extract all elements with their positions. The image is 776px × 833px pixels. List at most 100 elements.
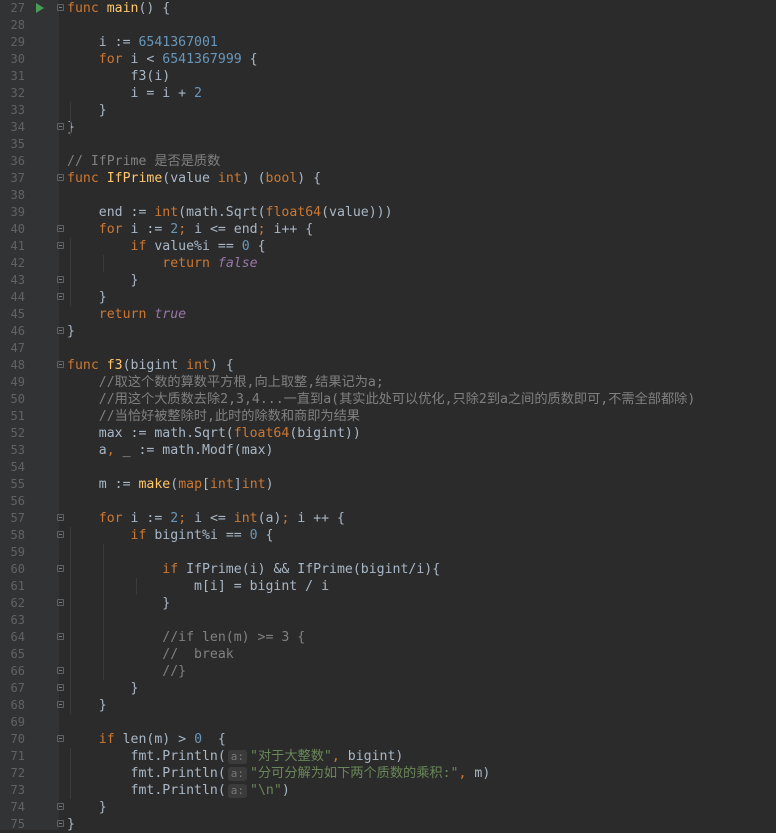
code-line[interactable]: 58 if bigint%i == 0 { bbox=[0, 527, 776, 544]
code-line[interactable]: 33 } bbox=[0, 102, 776, 119]
code-line[interactable]: 53 a, _ := math.Modf(max) bbox=[0, 442, 776, 459]
fold-marker-icon[interactable] bbox=[57, 667, 64, 674]
code-line[interactable]: 36 // IfPrime 是否是质数 bbox=[0, 153, 776, 170]
code-line[interactable]: 60 if IfPrime(i) && IfPrime(bigint/i){ bbox=[0, 561, 776, 578]
fold-marker-icon[interactable] bbox=[57, 293, 64, 300]
fold-marker-icon[interactable] bbox=[57, 276, 64, 283]
code-text[interactable]: } bbox=[67, 697, 107, 714]
code-line[interactable]: 54 bbox=[0, 459, 776, 476]
code-line[interactable]: 44 } bbox=[0, 289, 776, 306]
code-text[interactable]: return true bbox=[67, 306, 186, 323]
code-line[interactable]: 34} bbox=[0, 119, 776, 136]
code-text[interactable]: for i < 6541367999 { bbox=[67, 51, 258, 68]
code-text[interactable]: if IfPrime(i) && IfPrime(bigint/i){ bbox=[67, 561, 440, 578]
code-text[interactable]: } bbox=[67, 595, 170, 612]
code-line[interactable]: 59 bbox=[0, 544, 776, 561]
code-line[interactable]: 65 // break bbox=[0, 646, 776, 663]
code-line[interactable]: 40 for i := 2; i <= end; i++ { bbox=[0, 221, 776, 238]
code-line[interactable]: 50 //用这个大质数去除2,3,4...一直到a(其实此处可以优化,只除2到a… bbox=[0, 391, 776, 408]
code-line[interactable]: 47 bbox=[0, 340, 776, 357]
fold-marker-icon[interactable] bbox=[57, 123, 64, 130]
code-line[interactable]: 52 max := math.Sqrt(float64(bigint)) bbox=[0, 425, 776, 442]
fold-marker-icon[interactable] bbox=[57, 174, 64, 181]
fold-marker-icon[interactable] bbox=[57, 565, 64, 572]
fold-marker-icon[interactable] bbox=[57, 361, 64, 368]
code-line[interactable]: 71 fmt.Println(a: "对于大整数", bigint) bbox=[0, 748, 776, 765]
code-text[interactable]: i = i + 2 bbox=[67, 85, 202, 102]
code-text[interactable]: fmt.Println(a: "\n") bbox=[67, 782, 290, 799]
code-line[interactable]: 68 } bbox=[0, 697, 776, 714]
fold-marker-icon[interactable] bbox=[57, 531, 64, 538]
code-text[interactable]: } bbox=[67, 799, 107, 816]
code-text[interactable]: } bbox=[67, 680, 139, 697]
code-line[interactable]: 64 //if len(m) >= 3 { bbox=[0, 629, 776, 646]
fold-marker-icon[interactable] bbox=[57, 514, 64, 521]
code-line[interactable]: 69 bbox=[0, 714, 776, 731]
run-gutter-icon[interactable] bbox=[36, 3, 44, 13]
code-line[interactable]: 35 bbox=[0, 136, 776, 153]
code-text[interactable]: func IfPrime(value int) (bool) { bbox=[67, 170, 321, 187]
code-line[interactable]: 61 m[i] = bigint / i bbox=[0, 578, 776, 595]
fold-marker-icon[interactable] bbox=[57, 684, 64, 691]
code-text[interactable]: if value%i == 0 { bbox=[67, 238, 266, 255]
fold-marker-icon[interactable] bbox=[57, 599, 64, 606]
code-line[interactable]: 63 bbox=[0, 612, 776, 629]
fold-marker-icon[interactable] bbox=[57, 633, 64, 640]
fold-marker-icon[interactable] bbox=[57, 242, 64, 249]
code-text[interactable]: m := make(map[int]int) bbox=[67, 476, 274, 493]
code-line[interactable]: 56 bbox=[0, 493, 776, 510]
code-text[interactable]: //用这个大质数去除2,3,4...一直到a(其实此处可以优化,只除2到a之间的… bbox=[67, 391, 696, 408]
code-text[interactable]: m[i] = bigint / i bbox=[67, 578, 329, 595]
code-line[interactable]: 32 i = i + 2 bbox=[0, 85, 776, 102]
code-text[interactable]: } bbox=[67, 272, 139, 289]
code-text[interactable]: f3(i) bbox=[67, 68, 171, 85]
code-line[interactable]: 39 end := int(math.Sqrt(float64(value))) bbox=[0, 204, 776, 221]
code-line[interactable]: 48 func f3(bigint int) { bbox=[0, 357, 776, 374]
code-text[interactable]: return false bbox=[67, 255, 257, 272]
code-line[interactable]: 31 f3(i) bbox=[0, 68, 776, 85]
code-line[interactable]: 41 if value%i == 0 { bbox=[0, 238, 776, 255]
code-line[interactable]: 57 for i := 2; i <= int(a); i ++ { bbox=[0, 510, 776, 527]
fold-marker-icon[interactable] bbox=[57, 803, 64, 810]
fold-marker-icon[interactable] bbox=[57, 735, 64, 742]
code-line[interactable]: 42 return false bbox=[0, 255, 776, 272]
fold-marker-icon[interactable] bbox=[57, 820, 64, 827]
code-line[interactable]: 29 i := 6541367001 bbox=[0, 34, 776, 51]
code-line[interactable]: 72 fmt.Println(a: "分可分解为如下两个质数的乘积:", m) bbox=[0, 765, 776, 782]
code-text[interactable]: // IfPrime 是否是质数 bbox=[67, 153, 220, 170]
code-line[interactable]: 45 return true bbox=[0, 306, 776, 323]
code-line[interactable]: 67 } bbox=[0, 680, 776, 697]
code-line[interactable]: 74 } bbox=[0, 799, 776, 816]
code-text[interactable]: //取这个数的算数平方根,向上取整,结果记为a; bbox=[67, 374, 384, 391]
code-line[interactable]: 49 //取这个数的算数平方根,向上取整,结果记为a; bbox=[0, 374, 776, 391]
code-text[interactable]: } bbox=[67, 289, 107, 306]
code-text[interactable]: if len(m) > 0 { bbox=[67, 731, 226, 748]
code-text[interactable]: for i := 2; i <= int(a); i ++ { bbox=[67, 510, 345, 527]
code-text[interactable]: } bbox=[67, 323, 75, 340]
code-line[interactable]: 27 func main() { bbox=[0, 0, 776, 17]
code-line[interactable]: 66 //} bbox=[0, 663, 776, 680]
code-line[interactable]: 46} bbox=[0, 323, 776, 340]
code-text[interactable]: end := int(math.Sqrt(float64(value))) bbox=[67, 204, 393, 221]
code-text[interactable]: func f3(bigint int) { bbox=[67, 357, 234, 374]
code-line[interactable]: 62 } bbox=[0, 595, 776, 612]
code-line[interactable]: 70 if len(m) > 0 { bbox=[0, 731, 776, 748]
code-text[interactable]: fmt.Println(a: "对于大整数", bigint) bbox=[67, 748, 403, 765]
fold-marker-icon[interactable] bbox=[57, 327, 64, 334]
code-text[interactable]: if bigint%i == 0 { bbox=[67, 527, 274, 544]
code-text[interactable]: for i := 2; i <= end; i++ { bbox=[67, 221, 313, 238]
code-line[interactable]: 28 bbox=[0, 17, 776, 34]
code-text[interactable]: func main() { bbox=[67, 0, 170, 17]
code-text[interactable]: a, _ := math.Modf(max) bbox=[67, 442, 274, 459]
code-line[interactable]: 30 for i < 6541367999 { bbox=[0, 51, 776, 68]
code-line[interactable]: 43 } bbox=[0, 272, 776, 289]
code-line[interactable]: 51 //当恰好被整除时,此时的除数和商即为结果 bbox=[0, 408, 776, 425]
code-text[interactable]: } bbox=[67, 102, 107, 119]
code-editor[interactable]: 27 func main() {28 29 i := 6541367001 30 fo… bbox=[0, 0, 776, 833]
fold-marker-icon[interactable] bbox=[57, 4, 64, 11]
code-line[interactable]: 37 func IfPrime(value int) (bool) { bbox=[0, 170, 776, 187]
code-text[interactable]: i := 6541367001 bbox=[67, 34, 218, 51]
fold-marker-icon[interactable] bbox=[57, 225, 64, 232]
code-line[interactable]: 75} bbox=[0, 816, 776, 833]
code-line[interactable]: 55 m := make(map[int]int) bbox=[0, 476, 776, 493]
